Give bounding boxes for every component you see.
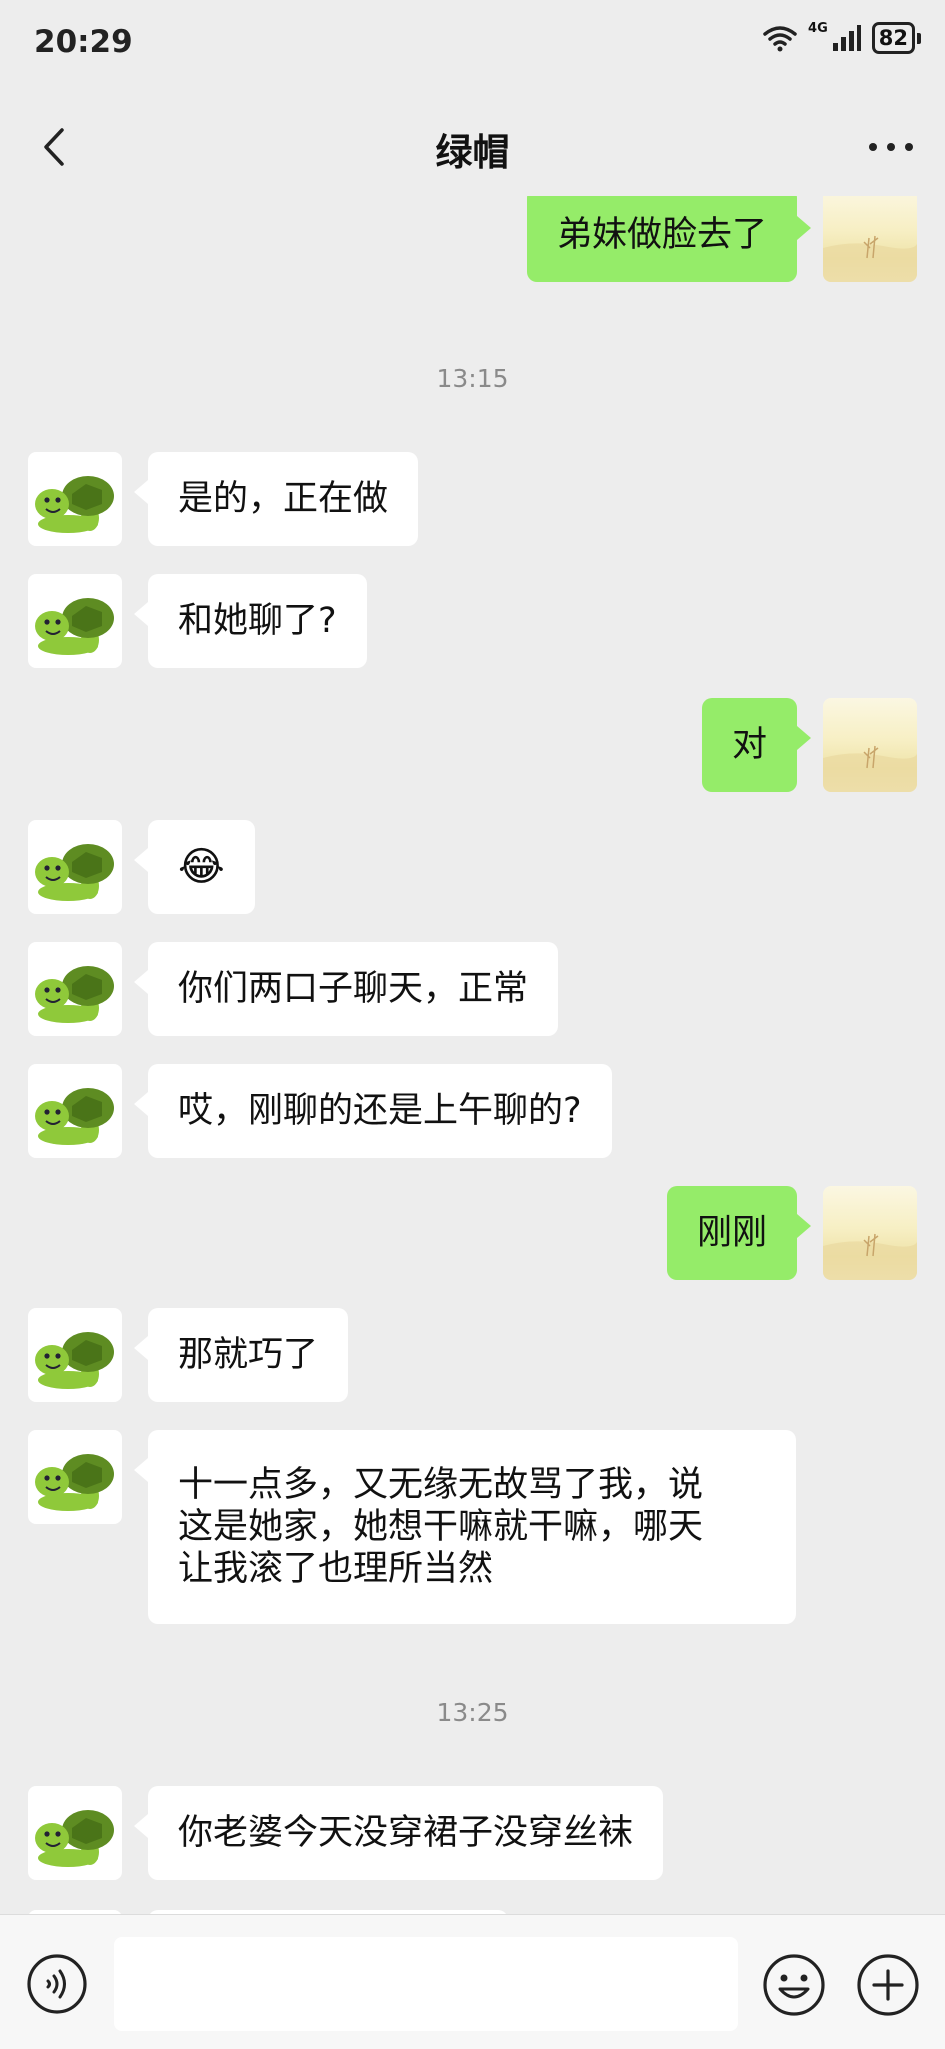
battery-indicator: 82 xyxy=(871,22,921,54)
received-message-bubble[interactable]: 和她聊了? xyxy=(134,574,367,668)
status-time: 20:29 xyxy=(34,24,133,60)
input-bar xyxy=(0,1914,945,2049)
landscape-avatar-image xyxy=(823,745,917,792)
message-line: 让我滚了也理所当然 xyxy=(178,1549,494,1589)
sent-message-bubble[interactable]: 刚刚 xyxy=(666,1186,812,1280)
status-bar: 20:29 4G 82 xyxy=(0,0,945,90)
message-row-received: 和她聊了? xyxy=(0,574,945,674)
landscape-avatar[interactable] xyxy=(823,1186,917,1280)
message-row-sent: 刚刚 xyxy=(0,1186,945,1286)
received-message-bubble[interactable]: 那就巧了 xyxy=(133,1308,349,1402)
turtle-avatar[interactable] xyxy=(28,1430,122,1524)
message-row-sent: 对 xyxy=(0,698,945,798)
landscape-avatar[interactable] xyxy=(823,698,917,792)
signal-icon xyxy=(832,25,861,51)
sent-message-bubble[interactable]: 对 xyxy=(701,698,812,792)
battery-level: 82 xyxy=(871,22,915,54)
received-message-bubble[interactable]: 你老婆今天没穿裙子没穿丝袜 xyxy=(133,1786,664,1880)
turtle-avatar[interactable] xyxy=(28,820,122,914)
turtle-avatar-image xyxy=(35,1088,114,1145)
landscape-avatar-image xyxy=(823,1233,917,1280)
network-type-label: 4G xyxy=(808,20,828,36)
message-timestamp: 13:25 xyxy=(436,1698,509,1727)
received-message-bubble[interactable]: 是的，正在做 xyxy=(133,452,419,546)
message-line: 这是她家，她想干嘛就干嘛，哪天 xyxy=(178,1507,704,1547)
received-message-bubble[interactable]: 十一点多，又无缘无故骂了我，说 这是她家，她想干嘛就干嘛，哪天 让我滚了也理所当… xyxy=(134,1430,796,1624)
message-line: 十一点多，又无缘无故骂了我，说 xyxy=(178,1465,704,1505)
turtle-avatar[interactable] xyxy=(28,1786,122,1880)
laughing-crying-emoji: 😂 xyxy=(178,844,225,890)
message-input[interactable] xyxy=(114,1937,738,2031)
turtle-avatar[interactable] xyxy=(28,1308,122,1402)
message-row-received: 那就巧了 xyxy=(0,1308,945,1408)
received-message-bubble[interactable]: 你们两口子聊天，正常 xyxy=(133,942,559,1036)
message-row-received: 哎，刚聊的还是上午聊的? xyxy=(0,1064,945,1164)
status-icons: 4G 82 xyxy=(762,20,921,54)
turtle-avatar[interactable] xyxy=(28,574,122,668)
turtle-avatar-image xyxy=(35,844,114,901)
received-message-bubble[interactable]: 哎，刚聊的还是上午聊的? xyxy=(134,1064,612,1158)
emoji-icon[interactable] xyxy=(762,1953,826,2017)
turtle-avatar[interactable] xyxy=(28,942,122,1036)
message-row-received: 十一点多，又无缘无故骂了我，说 这是她家，她想干嘛就干嘛，哪天 让我滚了也理所当… xyxy=(0,1430,945,1630)
landscape-avatar-image xyxy=(823,235,917,282)
message-list[interactable]: 弟妹做脸去了 13:15 是的，正在做 和她聊了? 对 😂 你们两口子聊天，正常… xyxy=(0,196,945,1914)
received-emoji-bubble[interactable]: 😂 xyxy=(134,820,255,914)
turtle-avatar-image xyxy=(35,598,114,655)
message-row-received: 是的，正在做 xyxy=(0,452,945,552)
message-row-sent: 弟妹做脸去了 xyxy=(0,196,945,288)
message-row-received: 你们两口子聊天，正常 xyxy=(0,942,945,1042)
voice-icon[interactable] xyxy=(26,1953,88,2015)
message-timestamp: 13:15 xyxy=(436,364,509,393)
turtle-avatar-image xyxy=(35,966,114,1023)
message-row-received: 你老婆今天没穿裙子没穿丝袜 xyxy=(0,1786,945,1886)
turtle-avatar-image xyxy=(35,1810,114,1867)
chat-title: 绿帽 xyxy=(435,131,510,174)
chat-header: 绿帽 xyxy=(0,100,945,196)
turtle-avatar-image xyxy=(35,1332,114,1389)
turtle-avatar[interactable] xyxy=(28,1064,122,1158)
turtle-avatar-image xyxy=(35,476,114,533)
sent-message-bubble[interactable]: 弟妹做脸去了 xyxy=(526,196,812,282)
message-row-received: 😂 xyxy=(0,820,945,920)
plus-icon[interactable] xyxy=(856,1953,920,2017)
wifi-icon xyxy=(763,26,797,52)
more-dots-icon[interactable] xyxy=(861,122,921,172)
landscape-avatar[interactable] xyxy=(823,196,917,282)
battery-tip xyxy=(917,32,921,44)
turtle-avatar-image xyxy=(35,1454,114,1511)
turtle-avatar[interactable] xyxy=(28,452,122,546)
